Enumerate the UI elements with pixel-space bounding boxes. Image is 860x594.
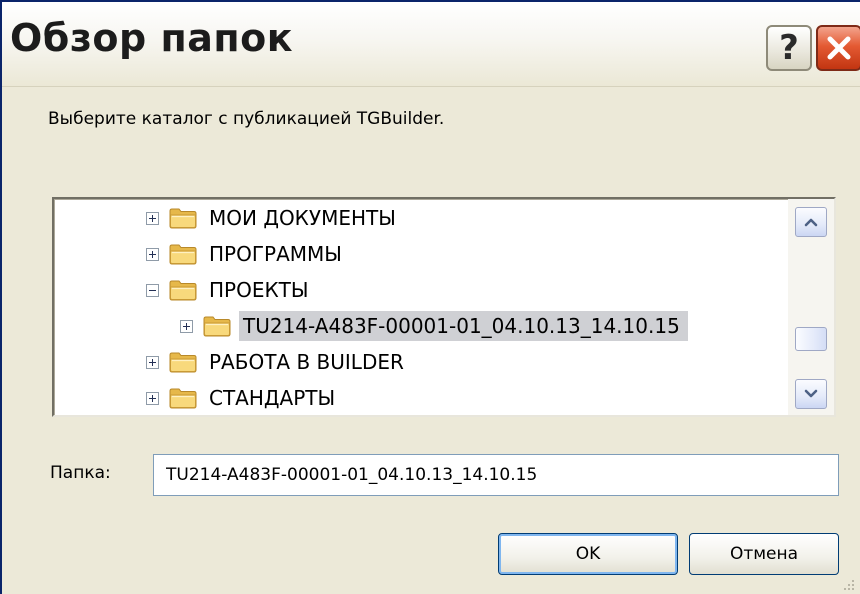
expand-plus-icon[interactable] — [146, 355, 159, 369]
folder-icon — [169, 388, 197, 409]
folder-icon — [169, 244, 197, 265]
arrow-down-icon — [804, 389, 818, 398]
expand-plus-icon[interactable] — [146, 211, 159, 225]
close-icon — [827, 36, 851, 60]
tree-item-label: РАБОТА В BUILDER — [209, 350, 404, 374]
window-title: Обзор папок — [10, 16, 294, 60]
tree-item-label: СТАНДАРТЫ — [209, 386, 336, 410]
folder-icon — [203, 316, 231, 337]
folder-icon — [169, 208, 197, 229]
folder-path-input[interactable] — [153, 454, 839, 496]
tree-item-label: МОИ ДОКУМЕНТЫ — [209, 206, 396, 230]
tree-item[interactable]: РАБОТА В BUILDER — [146, 344, 412, 380]
scroll-thumb[interactable] — [795, 327, 827, 351]
scroll-up-button[interactable] — [795, 207, 827, 237]
tree-item[interactable]: ПРОЕКТЫ — [146, 272, 317, 308]
tree-item-label: ПРОЕКТЫ — [209, 278, 309, 302]
vertical-scrollbar[interactable] — [788, 199, 834, 415]
dialog-body: Выберите каталог с публикацией TGBuilder… — [2, 87, 860, 594]
close-button[interactable] — [816, 25, 860, 71]
scroll-down-button[interactable] — [795, 379, 827, 409]
arrow-up-icon — [804, 218, 818, 227]
folder-label: Папка: — [50, 463, 111, 483]
tree-item-label: ПРОГРАММЫ — [209, 242, 342, 266]
expand-plus-icon[interactable] — [146, 247, 159, 261]
folder-icon — [169, 352, 197, 373]
browse-folders-dialog: Обзор папок ? Выберите каталог с публика… — [0, 0, 860, 594]
ok-button[interactable]: OK — [498, 533, 678, 575]
collapse-minus-icon[interactable] — [146, 283, 159, 297]
resize-grip-icon[interactable] — [840, 576, 856, 592]
title-bar[interactable]: Обзор папок ? — [2, 2, 860, 87]
tree-item-label: TU214-A483F-00001-01_04.10.13_14.10.15 — [239, 311, 688, 341]
tree-item[interactable]: TU214-A483F-00001-01_04.10.13_14.10.15 — [180, 308, 688, 344]
tree-item[interactable]: ПРОГРАММЫ — [146, 236, 350, 272]
tree-item[interactable]: СТАНДАРТЫ — [146, 380, 343, 415]
help-button[interactable]: ? — [766, 25, 812, 71]
cancel-button[interactable]: Отмена — [689, 533, 839, 575]
help-icon: ? — [779, 28, 799, 68]
folder-icon — [169, 280, 197, 301]
instruction-text: Выберите каталог с публикацией TGBuilder… — [48, 109, 445, 129]
expand-plus-icon[interactable] — [180, 319, 193, 333]
folder-tree[interactable]: МОИ ДОКУМЕНТЫ ПРОГРАММЫ ПРОЕКТЫ TU214-A483F… — [52, 197, 836, 417]
expand-plus-icon[interactable] — [146, 391, 159, 405]
tree-item[interactable]: МОИ ДОКУМЕНТЫ — [146, 200, 404, 236]
